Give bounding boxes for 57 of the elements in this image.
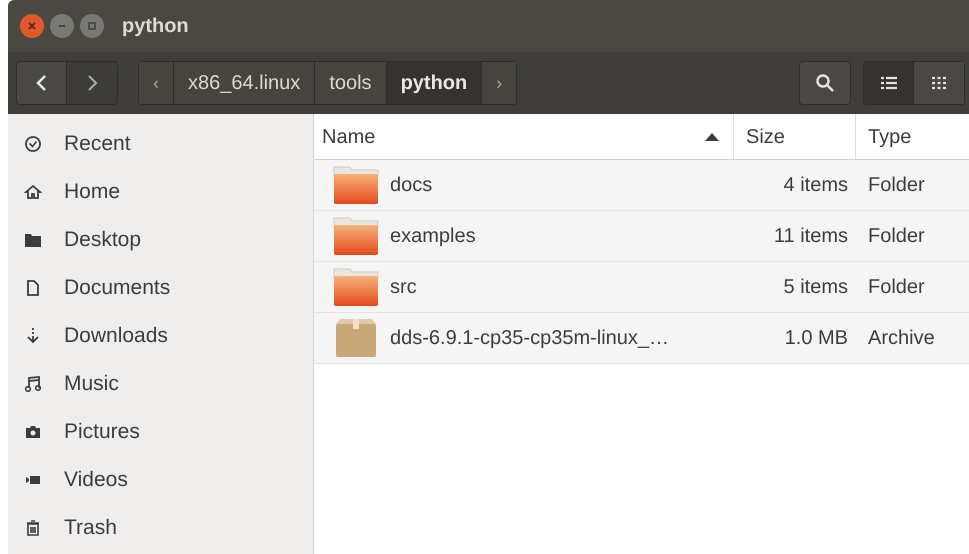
file-size: 1.0 MB	[784, 326, 848, 351]
close-button[interactable]	[20, 14, 44, 38]
file-type: Folder	[868, 173, 925, 198]
close-icon	[27, 21, 37, 31]
file-name: examples	[390, 224, 476, 249]
trash-icon	[24, 519, 42, 537]
search-icon	[815, 73, 835, 93]
file-type: Archive	[868, 326, 935, 351]
file-name: dds-6.9.1-cp35-cp35m-linux_…	[390, 326, 670, 351]
chevron-left-icon	[34, 74, 48, 92]
file-row[interactable]: docs 4 items Folder	[314, 160, 969, 211]
sidebar-item[interactable]: Pictures	[8, 408, 313, 456]
column-header[interactable]: Size	[734, 114, 856, 159]
sidebar-item[interactable]: Downloads	[8, 312, 313, 360]
sidebar-item[interactable]: Music	[8, 360, 313, 408]
folder-icon	[24, 231, 42, 249]
path-button[interactable]: x86_64.linux	[174, 62, 316, 104]
sidebar-item[interactable]: Recent	[8, 120, 313, 168]
column-header[interactable]: Type	[856, 114, 969, 159]
sort-up-icon	[705, 132, 719, 140]
sidebar-item[interactable]: Desktop	[8, 216, 313, 264]
maximize-icon	[87, 21, 97, 31]
path-button[interactable]: python	[386, 62, 482, 104]
column-header[interactable]: Name	[314, 114, 734, 159]
music-icon	[24, 375, 42, 393]
file-row[interactable]: dds-6.9.1-cp35-cp35m-linux_… 1.0 MB Archive	[314, 313, 969, 364]
camera-icon	[24, 423, 42, 441]
file-type: Folder	[868, 224, 925, 249]
path-scroll-button[interactable]: ‹	[139, 62, 174, 104]
clock-icon	[24, 135, 42, 153]
path-button[interactable]: tools	[315, 62, 387, 104]
sidebar-item[interactable]: Home	[8, 168, 313, 216]
sidebar-item[interactable]: Documents	[8, 264, 313, 312]
file-type: Folder	[868, 275, 925, 300]
file-row[interactable]: examples 11 items Folder	[314, 211, 969, 262]
folder-icon	[332, 165, 380, 205]
grid-icon	[932, 76, 946, 90]
file-name: src	[390, 275, 417, 300]
document-icon	[24, 279, 42, 297]
maximize-button[interactable]	[80, 14, 104, 38]
file-name: docs	[390, 173, 432, 198]
path-scroll-button[interactable]: ›	[482, 62, 516, 104]
grid-view-button[interactable]	[914, 62, 964, 104]
sidebar-item[interactable]: Trash	[8, 504, 313, 552]
file-row[interactable]: src 5 items Folder	[314, 262, 969, 313]
list-view-button[interactable]	[864, 62, 914, 104]
file-size: 5 items	[784, 275, 848, 300]
folder-icon	[332, 267, 380, 307]
search-button[interactable]	[799, 61, 851, 105]
back-button[interactable]	[17, 62, 67, 104]
folder-icon	[332, 216, 380, 256]
sidebar-item[interactable]: Videos	[8, 456, 313, 504]
file-size: 11 items	[774, 224, 848, 249]
file-size: 4 items	[784, 173, 848, 198]
window-title: python	[122, 14, 189, 39]
home-icon	[24, 183, 42, 201]
list-icon	[880, 76, 896, 90]
